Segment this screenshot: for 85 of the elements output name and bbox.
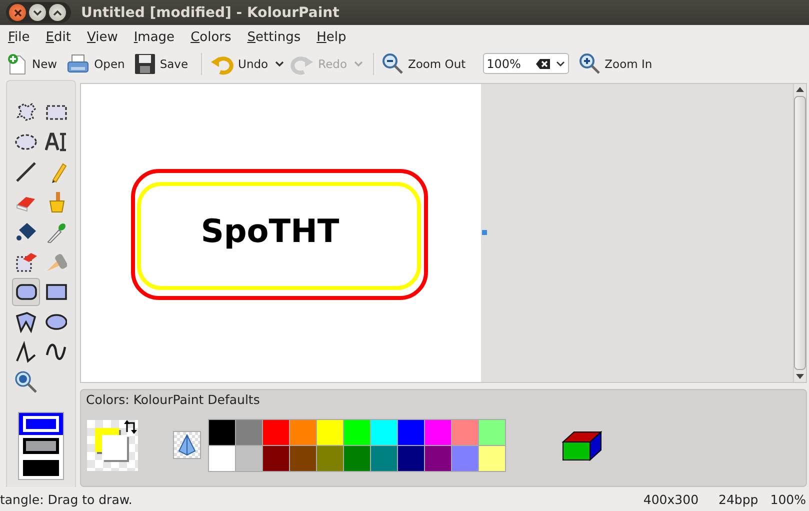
clear-icon [536,58,550,68]
palette-color-cell[interactable] [425,446,451,471]
outline-style-icon [23,416,59,432]
arrow-up-icon [796,87,804,92]
palette-color-cell[interactable] [290,420,316,445]
palette-color-cell[interactable] [263,446,289,471]
vertical-scrollbar[interactable] [793,84,806,382]
current-colors-selector[interactable] [87,420,138,471]
zoom-out-icon [382,52,404,74]
menu-item[interactable]: Edit [38,30,79,45]
palette-color-cell[interactable] [371,420,397,445]
undo-button[interactable]: Undo [208,51,276,76]
palette-color-cell[interactable] [371,446,397,471]
zoom-out-button[interactable]: Zoom Out [380,51,473,76]
zoom-value: 100% [486,56,522,70]
status-message: tangle: Drag to draw. [0,492,132,506]
transparency-toggle[interactable] [173,431,201,460]
palette-color-cell[interactable] [209,420,235,445]
color-eraser-icon [15,251,37,273]
zoom-level-text: 100% [770,492,807,506]
chevron-down-icon [556,60,565,66]
menu-item[interactable]: Settings [239,30,309,45]
resize-handle[interactable] [482,230,487,235]
rounded-rectangle-tool-button[interactable] [12,278,40,306]
menu-item[interactable]: Colors [182,30,240,45]
zoom-in-button[interactable]: Zoom In [576,51,660,76]
menu-item[interactable]: Image [126,30,183,45]
palette-color-cell[interactable] [209,446,235,471]
magnifier-icon [15,371,37,393]
close-icon [14,8,22,16]
maximize-button[interactable] [49,4,66,21]
menu-item[interactable]: File [0,30,38,45]
free-select-icon [15,101,37,123]
pyramid-icon [178,434,196,456]
palette-color-cell[interactable] [263,420,289,445]
fill-style-option[interactable] [19,413,63,435]
window-title: Untitled [modified] - KolourPaint [81,4,340,20]
arrow-down-icon [796,374,804,379]
text-tool-icon [45,131,67,153]
printer-icon [66,52,90,74]
menu-item[interactable]: View [78,30,126,45]
rectangle-icon [45,281,67,303]
palette-color-cell[interactable] [398,446,424,471]
palette-color-cell[interactable] [236,446,262,471]
zoom-combo-box[interactable]: 100% [482,53,569,74]
palette-color-cell[interactable] [290,446,316,471]
curve-icon [45,341,67,363]
chevron-down-icon [33,10,42,16]
image-size-text: 400x300 [643,492,700,506]
fill-bg-style-icon [23,438,59,454]
palette-color-cell[interactable] [479,446,505,471]
zoom-in-icon [578,52,601,74]
paint-bucket-icon [15,221,37,243]
polygon-icon [15,311,37,333]
chevron-down-icon [354,60,363,66]
line-icon [15,161,37,183]
new-document-icon [6,52,28,74]
color-box-label: Colors: KolourPaint Defaults [85,390,261,407]
palette-color-cell[interactable] [452,420,478,445]
chevron-up-icon [53,10,62,16]
chevron-down-icon [275,60,284,66]
ellipse-select-icon [15,131,37,153]
palette-color-cell[interactable] [344,446,370,471]
close-button[interactable] [9,4,26,21]
palette-color-cell[interactable] [317,446,343,471]
fill-fg-style-icon [23,460,59,476]
new-button[interactable]: New [4,51,64,76]
color-picker-icon [45,221,67,243]
palette-color-cell[interactable] [317,420,343,445]
menu-item[interactable]: Help [308,30,354,45]
palette-color-cell[interactable] [452,446,478,471]
palette-color-cell[interactable] [479,420,505,445]
polyline-icon [15,341,37,363]
minimize-button[interactable] [29,4,46,21]
palette-color-cell[interactable] [425,420,451,445]
save-button[interactable]: Save [132,51,196,76]
swap-arrows-icon [124,420,138,434]
spray-can-icon [45,251,67,273]
canvas-text: SpoTHT [200,212,340,250]
palette-color-cell[interactable] [344,420,370,445]
palette-color-cell[interactable] [236,420,262,445]
palette-color-cell[interactable] [398,420,424,445]
rounded-rectangle-icon [15,281,37,303]
color-depth-text: 24bpp [718,492,760,506]
open-button[interactable]: Open [64,51,132,76]
